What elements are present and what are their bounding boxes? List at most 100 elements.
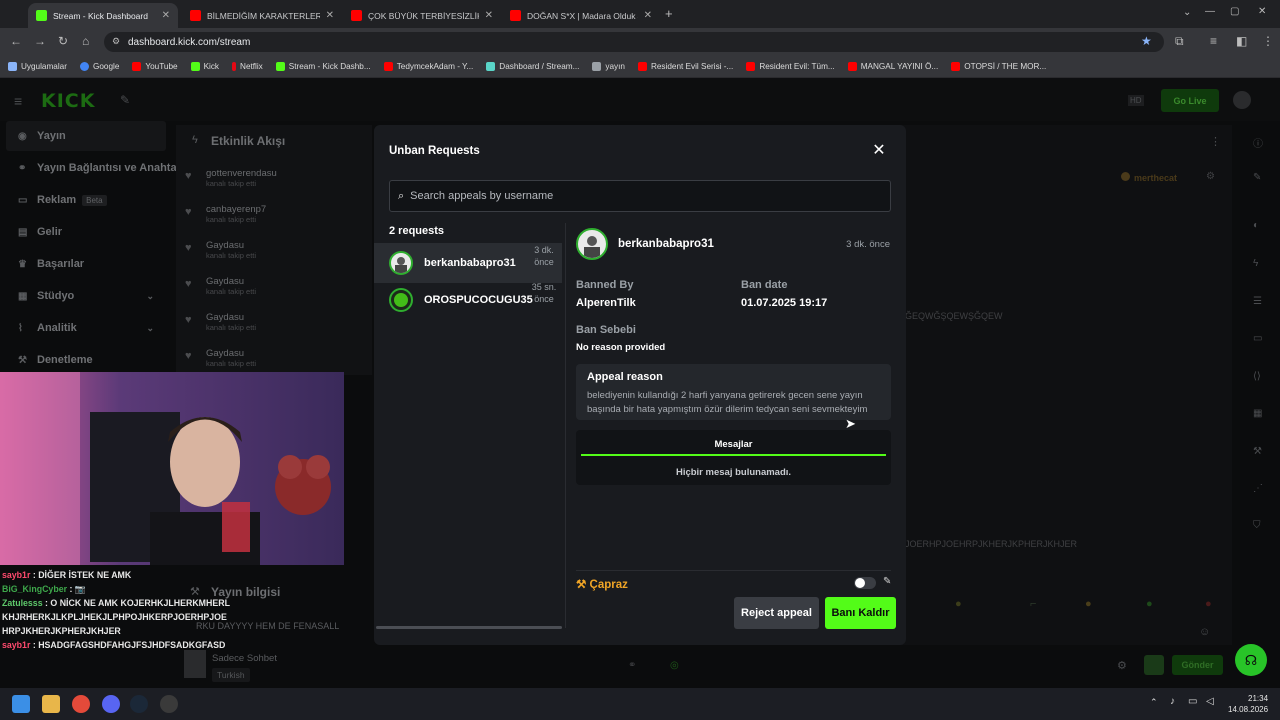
edit-icon[interactable]: ✎ [1253, 172, 1261, 183]
shield-icon[interactable]: ⛉ [1253, 520, 1261, 531]
sidebar-item-gelir[interactable]: ▤ Gelir [6, 217, 166, 247]
close-tab-icon[interactable]: ✕ [485, 10, 493, 21]
sidebar-item-studyo[interactable]: ▦ Stüdyo ⌄ [6, 281, 166, 311]
tab-search-icon[interactable]: ⌄ [1183, 7, 1191, 18]
sidebar-item-denetleme[interactable]: ⚒ Denetleme [6, 345, 166, 375]
chrome-icon[interactable] [72, 695, 90, 713]
bookmark-apps[interactable]: Uygulamalar [8, 62, 67, 71]
request-item-berkanbabapro31[interactable]: berkanbabapro31 3 dk. önce [374, 243, 562, 283]
share-icon[interactable]: ⋰ [1253, 483, 1263, 494]
bookmark-resident-evil-1[interactable]: Resident Evil Serisi -... [637, 62, 733, 71]
hamburger-menu-icon[interactable]: ≡ [14, 93, 22, 109]
bookmark-resident-evil-2[interactable]: Resident Evil: Tüm... [746, 62, 835, 71]
close-tab-icon[interactable]: ✕ [326, 10, 334, 21]
sidebar-item-analitik[interactable]: ⌇ Analitik ⌄ [6, 313, 166, 343]
user-avatar[interactable] [1233, 91, 1251, 109]
link-icon[interactable]: ⚭ [628, 660, 636, 671]
tray-chevron-icon[interactable]: ⌃ [1150, 697, 1158, 708]
emoji-icon[interactable]: ☺ [1199, 626, 1210, 638]
menu-icon[interactable]: ⋮ [1262, 34, 1274, 48]
emote-icon[interactable]: ⌐ [1030, 598, 1036, 610]
bookmark-kick-dashboard[interactable]: Stream - Kick Dashb... [275, 62, 371, 71]
timer-icon[interactable]: ◎ [670, 660, 679, 671]
emote-icon[interactable]: ● [1205, 598, 1212, 610]
obs-icon[interactable] [160, 695, 178, 713]
list-icon[interactable]: ☰ [1253, 296, 1262, 307]
extensions-icon[interactable]: ⧉ [1175, 34, 1184, 49]
bookmark-dashboard-stream[interactable]: Dashboard / Stream... [486, 62, 579, 71]
bookmark-youtube[interactable]: YouTube [132, 62, 178, 71]
site-info-icon[interactable]: ⚙ [112, 36, 120, 47]
volume-icon[interactable]: ◁ [1206, 696, 1214, 707]
tab-youtube-1[interactable]: BİLMEDİĞİM KARAKTERLER İLE ✕ [182, 3, 342, 28]
media-icon[interactable]: ≡ [1210, 34, 1217, 48]
address-bar[interactable]: dashboard.kick.com/stream [104, 32, 1164, 52]
reject-appeal-button[interactable]: Reject appeal [734, 597, 819, 629]
new-tab-icon[interactable]: + [665, 6, 673, 21]
horizontal-scrollbar[interactable] [376, 626, 562, 629]
code-icon[interactable]: ⟨⟩ [1253, 371, 1261, 382]
bookmark-otopsi[interactable]: OTOPSİ / THE MOR... [951, 62, 1046, 71]
sidebar-item-basarilar[interactable]: ♛ Başarılar [6, 249, 166, 279]
network-icon[interactable]: ▭ [1188, 696, 1197, 707]
microphone-icon[interactable]: ♪ [1170, 696, 1175, 707]
bookmark-mangal[interactable]: MANGAL YAYINI Ö... [847, 62, 938, 71]
settings-icon[interactable]: ⚙ [1206, 171, 1215, 182]
profile-icon[interactable]: ◧ [1236, 34, 1247, 48]
file-explorer-icon[interactable] [42, 695, 60, 713]
home-icon[interactable]: ⌂ [82, 34, 89, 48]
chat-icon[interactable]: ▭ [1253, 333, 1262, 344]
forward-icon[interactable]: → [34, 34, 46, 48]
bookmark-tedymcekadam[interactable]: TedymcekAdam - Y... [383, 62, 473, 71]
close-tab-icon[interactable]: ✕ [644, 10, 652, 21]
user-icon[interactable]: ◐ [1253, 220, 1259, 231]
reload-icon[interactable]: ↻ [58, 34, 68, 48]
bookmark-folder-yayin[interactable]: yayın [592, 62, 625, 71]
bookmark-kick[interactable]: Kick [190, 62, 219, 71]
edit-pencil-icon[interactable]: ✎ [883, 576, 891, 587]
emote-icon[interactable]: ● [1085, 598, 1092, 610]
pin-icon[interactable]: ✎ [120, 93, 130, 107]
go-live-button[interactable]: Go Live [1161, 89, 1219, 112]
support-chat-button[interactable]: ☊ [1235, 644, 1267, 676]
minimize-icon[interactable]: — [1205, 6, 1215, 17]
more-options-icon[interactable]: ⋮ [1210, 135, 1221, 148]
back-icon[interactable]: ← [10, 34, 22, 48]
sidebar-item-stream-key[interactable]: ⚭ Yayın Bağlantısı ve Anahtarı [6, 153, 184, 183]
lightning-icon[interactable]: ϟ [1253, 258, 1258, 269]
steam-icon[interactable] [130, 695, 148, 713]
unban-button[interactable]: Banı Kaldır [825, 597, 896, 629]
sidebar-item-reklam[interactable]: ▭ Reklam Beta [6, 185, 166, 215]
chat-settings-icon[interactable]: ⚙ [1117, 659, 1127, 672]
kick-logo[interactable]: KICK [41, 90, 95, 112]
sidebar-item-yayin[interactable]: ◉ Yayın [6, 121, 166, 151]
grid-icon[interactable]: ▦ [1253, 408, 1262, 419]
search-input[interactable] [410, 190, 881, 202]
hd-badge-icon[interactable]: HD [1128, 95, 1144, 106]
bookmark-netflix[interactable]: Netflix [232, 62, 263, 71]
bookmark-google[interactable]: Google [79, 62, 119, 71]
maximize-icon[interactable]: ▢ [1230, 6, 1239, 17]
emote-icon[interactable]: ● [955, 598, 962, 610]
discord-icon[interactable] [102, 695, 120, 713]
tab-kick-dashboard[interactable]: Stream - Kick Dashboard ✕ [28, 3, 178, 28]
cross-ban-toggle[interactable] [854, 577, 876, 589]
close-window-icon[interactable]: ✕ [1258, 6, 1266, 17]
tab-youtube-2[interactable]: ÇOK BÜYÜK TERBİYESİZLİK BEN ✕ [343, 3, 501, 28]
cross-ban-toggle-label[interactable]: ⚒ Çapraz [576, 577, 628, 591]
close-tab-icon[interactable]: ✕ [162, 10, 170, 21]
tab-messages[interactable]: Mesajlar [581, 437, 886, 456]
info-icon[interactable]: ⓘ [1253, 135, 1263, 150]
request-item-orospucocugu35[interactable]: OROSPUCOCUGU35 35 sn. önce [374, 281, 562, 321]
emote-icon[interactable]: ● [1146, 598, 1153, 610]
windows-start-icon[interactable] [12, 695, 30, 713]
close-icon[interactable]: ✕ [871, 142, 887, 160]
send-button[interactable]: Gönder [1172, 655, 1223, 675]
system-clock[interactable]: 21:34 14.08.2026 [1228, 693, 1268, 715]
emote-picker-icon[interactable] [1144, 655, 1164, 675]
ban-date-value: 01.07.2025 19:17 [741, 297, 828, 309]
wrench-icon[interactable]: ⚒ [1253, 446, 1262, 457]
bookmark-star-icon[interactable]: ★ [1141, 34, 1152, 48]
tab-youtube-3[interactable]: DOĞAN S*X | Madara Olduk #7 ✕ [502, 3, 660, 28]
search-appeals-field[interactable]: ⌕ [389, 180, 891, 212]
